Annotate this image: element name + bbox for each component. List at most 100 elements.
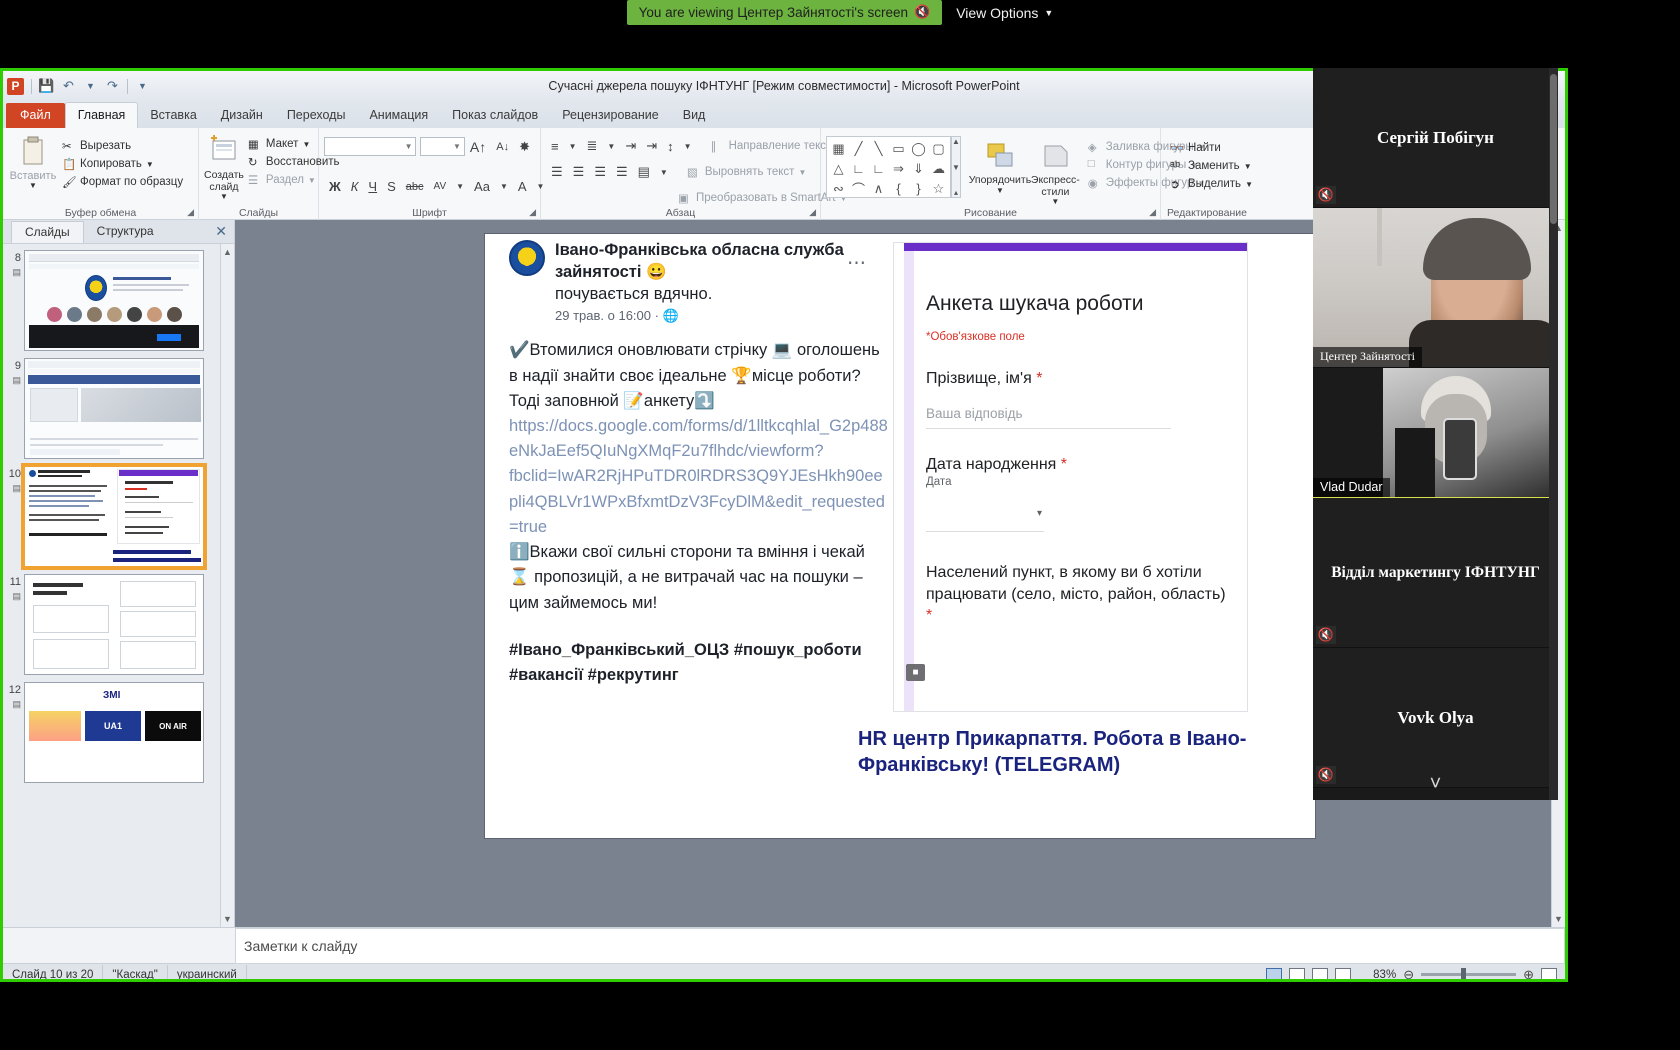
clipboard-dialog-launcher[interactable]: ◢	[187, 207, 194, 218]
elbow-arrow-icon[interactable]: ∟	[869, 159, 888, 178]
tab-review[interactable]: Рецензирование	[550, 103, 671, 128]
participant-strip-scrollbar[interactable]	[1549, 68, 1558, 800]
font-size-input[interactable]: ▼	[420, 137, 464, 156]
chevron-down-icon[interactable]: ▼	[495, 181, 513, 192]
close-icon[interactable]: ✕	[215, 223, 227, 240]
tab-animations[interactable]: Анимация	[357, 103, 440, 128]
participant-tile-serhiy[interactable]: Сергій Побігун 🔇	[1313, 68, 1558, 208]
quick-styles-button[interactable]: Экспресс-стили ▼	[1031, 136, 1080, 207]
save-icon[interactable]: 💾	[39, 79, 54, 94]
justify-icon[interactable]: ☰	[611, 163, 633, 181]
scroll-up-icon[interactable]: ▲	[223, 247, 232, 257]
triangle-shape-icon[interactable]: △	[829, 159, 848, 178]
copy-button[interactable]: 📋 Копировать ▼	[58, 155, 187, 173]
scroll-up-icon[interactable]: ▲	[952, 137, 960, 146]
tab-transitions[interactable]: Переходы	[275, 103, 358, 128]
zoom-in-icon[interactable]: ⊕	[1523, 967, 1534, 983]
numbering-icon[interactable]: ≣	[582, 137, 603, 155]
drawing-dialog-launcher[interactable]: ◢	[1149, 207, 1156, 218]
thumbnail-item[interactable]: 12▤ ЗМІ UA1 ON AIR	[5, 682, 220, 783]
participant-tile-center-zaynyatosti[interactable]: Центер Зайнятості	[1313, 208, 1558, 368]
find-button[interactable]: 👓 Найти	[1166, 139, 1248, 157]
tab-view[interactable]: Вид	[671, 103, 718, 128]
slide-thumbnail-9[interactable]	[24, 358, 204, 459]
rounded-rect-shape-icon[interactable]: ▢	[929, 139, 948, 158]
customize-qat-icon[interactable]: ▼	[135, 79, 150, 94]
arrange-button[interactable]: Упорядочить ▼	[969, 136, 1031, 195]
align-right-icon[interactable]: ☰	[589, 163, 611, 181]
align-center-icon[interactable]: ☰	[568, 163, 590, 181]
slide-thumbnail-8[interactable]	[24, 250, 204, 351]
line-spacing-icon[interactable]: ↕	[662, 138, 679, 155]
paragraph-dialog-launcher[interactable]: ◢	[809, 207, 816, 218]
chevron-down-icon[interactable]: ▼	[564, 141, 582, 152]
tab-outline[interactable]: Структура	[84, 221, 167, 242]
increase-indent-icon[interactable]: ⇥	[641, 137, 662, 155]
shapes-expand-icon[interactable]: ▴	[954, 188, 958, 197]
slideshow-icon[interactable]	[1335, 968, 1351, 982]
underline-button[interactable]: Ч	[363, 178, 382, 195]
slide-thumbnail-10[interactable]	[24, 466, 204, 567]
character-spacing-button[interactable]: AV	[429, 180, 452, 193]
chevron-down-icon[interactable]: ˅	[1313, 773, 1558, 796]
redo-icon[interactable]: ↷	[105, 79, 120, 94]
language-indicator[interactable]: украинский	[168, 965, 247, 983]
thumbnail-item[interactable]: 11▤	[5, 574, 220, 675]
tab-insert[interactable]: Вставка	[138, 103, 208, 128]
normal-view-icon[interactable]	[1266, 968, 1282, 982]
tab-home[interactable]: Главная	[65, 102, 139, 128]
freeform-shape-icon[interactable]: ∧	[869, 179, 888, 198]
chevron-down-icon[interactable]: ▼	[602, 141, 620, 152]
curve-shape-icon[interactable]: ∾	[829, 179, 848, 198]
oval-shape-icon[interactable]: ◯	[909, 139, 928, 158]
tab-file[interactable]: Файл	[6, 103, 65, 128]
cloud-shape-icon[interactable]: ☁	[929, 159, 948, 178]
font-color-button[interactable]: A	[513, 178, 532, 195]
chevron-down-icon[interactable]: ▼	[679, 141, 697, 152]
participant-tile-vlad-dudar[interactable]: Vlad Dudar	[1313, 368, 1558, 498]
select-button[interactable]: ➲ Выделить ▼	[1166, 175, 1248, 193]
undo-icon[interactable]: ↶	[61, 79, 76, 94]
arc-shape-icon[interactable]: ⌒	[849, 179, 868, 198]
tab-design[interactable]: Дизайн	[209, 103, 275, 128]
form-date-dropdown[interactable]	[926, 510, 1044, 532]
tab-slides[interactable]: Слайды	[11, 221, 84, 243]
paste-button[interactable]: Вставить ▼	[8, 131, 58, 191]
columns-icon[interactable]: ▤	[633, 163, 655, 181]
notes-input[interactable]: Заметки к слайду	[235, 928, 1565, 964]
form-answer-1-input[interactable]: Ваша відповідь	[926, 406, 1171, 429]
more-options-icon[interactable]: ⋯	[847, 252, 867, 275]
current-slide[interactable]: Івано-Франківська обласна служба зайнято…	[485, 234, 1315, 838]
scroll-down-icon[interactable]: ▼	[1554, 914, 1563, 924]
cut-button[interactable]: ✂ Вырезать	[58, 137, 187, 155]
format-painter-button[interactable]: 🖌 Формат по образцу	[58, 173, 187, 191]
zoom-out-icon[interactable]: ⊖	[1403, 967, 1414, 983]
increase-font-size-icon[interactable]: A↑	[465, 138, 491, 156]
participant-tile-vovk-olya[interactable]: Vovk Olya 🔇	[1313, 648, 1558, 788]
down-arrow-shape-icon[interactable]: ⇓	[909, 159, 928, 178]
shapes-gallery[interactable]: ▦ ╱ ╲ ▭ ◯ ▢ △ ∟ ∟ ⇒ ⇓ ☁ ∾ ⌒ ∧	[826, 136, 951, 198]
slide-thumbnail-12[interactable]: ЗМІ UA1 ON AIR	[24, 682, 204, 783]
bold-button[interactable]: Ж	[324, 178, 346, 195]
right-brace-shape-icon[interactable]: }	[909, 179, 928, 198]
shapes-gallery-scrollbar[interactable]: ▲ ▼ ▴	[951, 136, 961, 198]
star-shape-icon[interactable]: ☆	[929, 179, 948, 198]
participant-tile-marketing-dept[interactable]: Відділ маркетингу ІФНТУНГ 🔇	[1313, 498, 1558, 648]
chevron-down-icon[interactable]: ▼	[655, 167, 673, 178]
rectangle-shape-icon[interactable]: ▭	[889, 139, 908, 158]
zoom-slider[interactable]	[1421, 973, 1516, 976]
text-shadow-button[interactable]: S	[382, 178, 401, 195]
view-options-button[interactable]: View Options ▼	[956, 5, 1053, 21]
strikethrough-button[interactable]: abc	[401, 180, 429, 194]
post-form-link[interactable]: https://docs.google.com/forms/d/1lltkcqh…	[509, 414, 889, 540]
tab-slideshow[interactable]: Показ слайдов	[440, 103, 550, 128]
align-left-icon[interactable]: ☰	[546, 163, 568, 181]
scroll-more-icon[interactable]: ▼	[952, 163, 960, 172]
bullets-icon[interactable]: ≡	[546, 138, 564, 155]
decrease-font-size-icon[interactable]: A↓	[491, 140, 514, 154]
textbox-shape-icon[interactable]: ▦	[829, 139, 848, 158]
reading-view-icon[interactable]	[1312, 968, 1328, 982]
decrease-indent-icon[interactable]: ⇥	[620, 137, 641, 155]
left-brace-shape-icon[interactable]: {	[889, 179, 908, 198]
replace-button[interactable]: ab Заменить ▼	[1166, 157, 1248, 175]
